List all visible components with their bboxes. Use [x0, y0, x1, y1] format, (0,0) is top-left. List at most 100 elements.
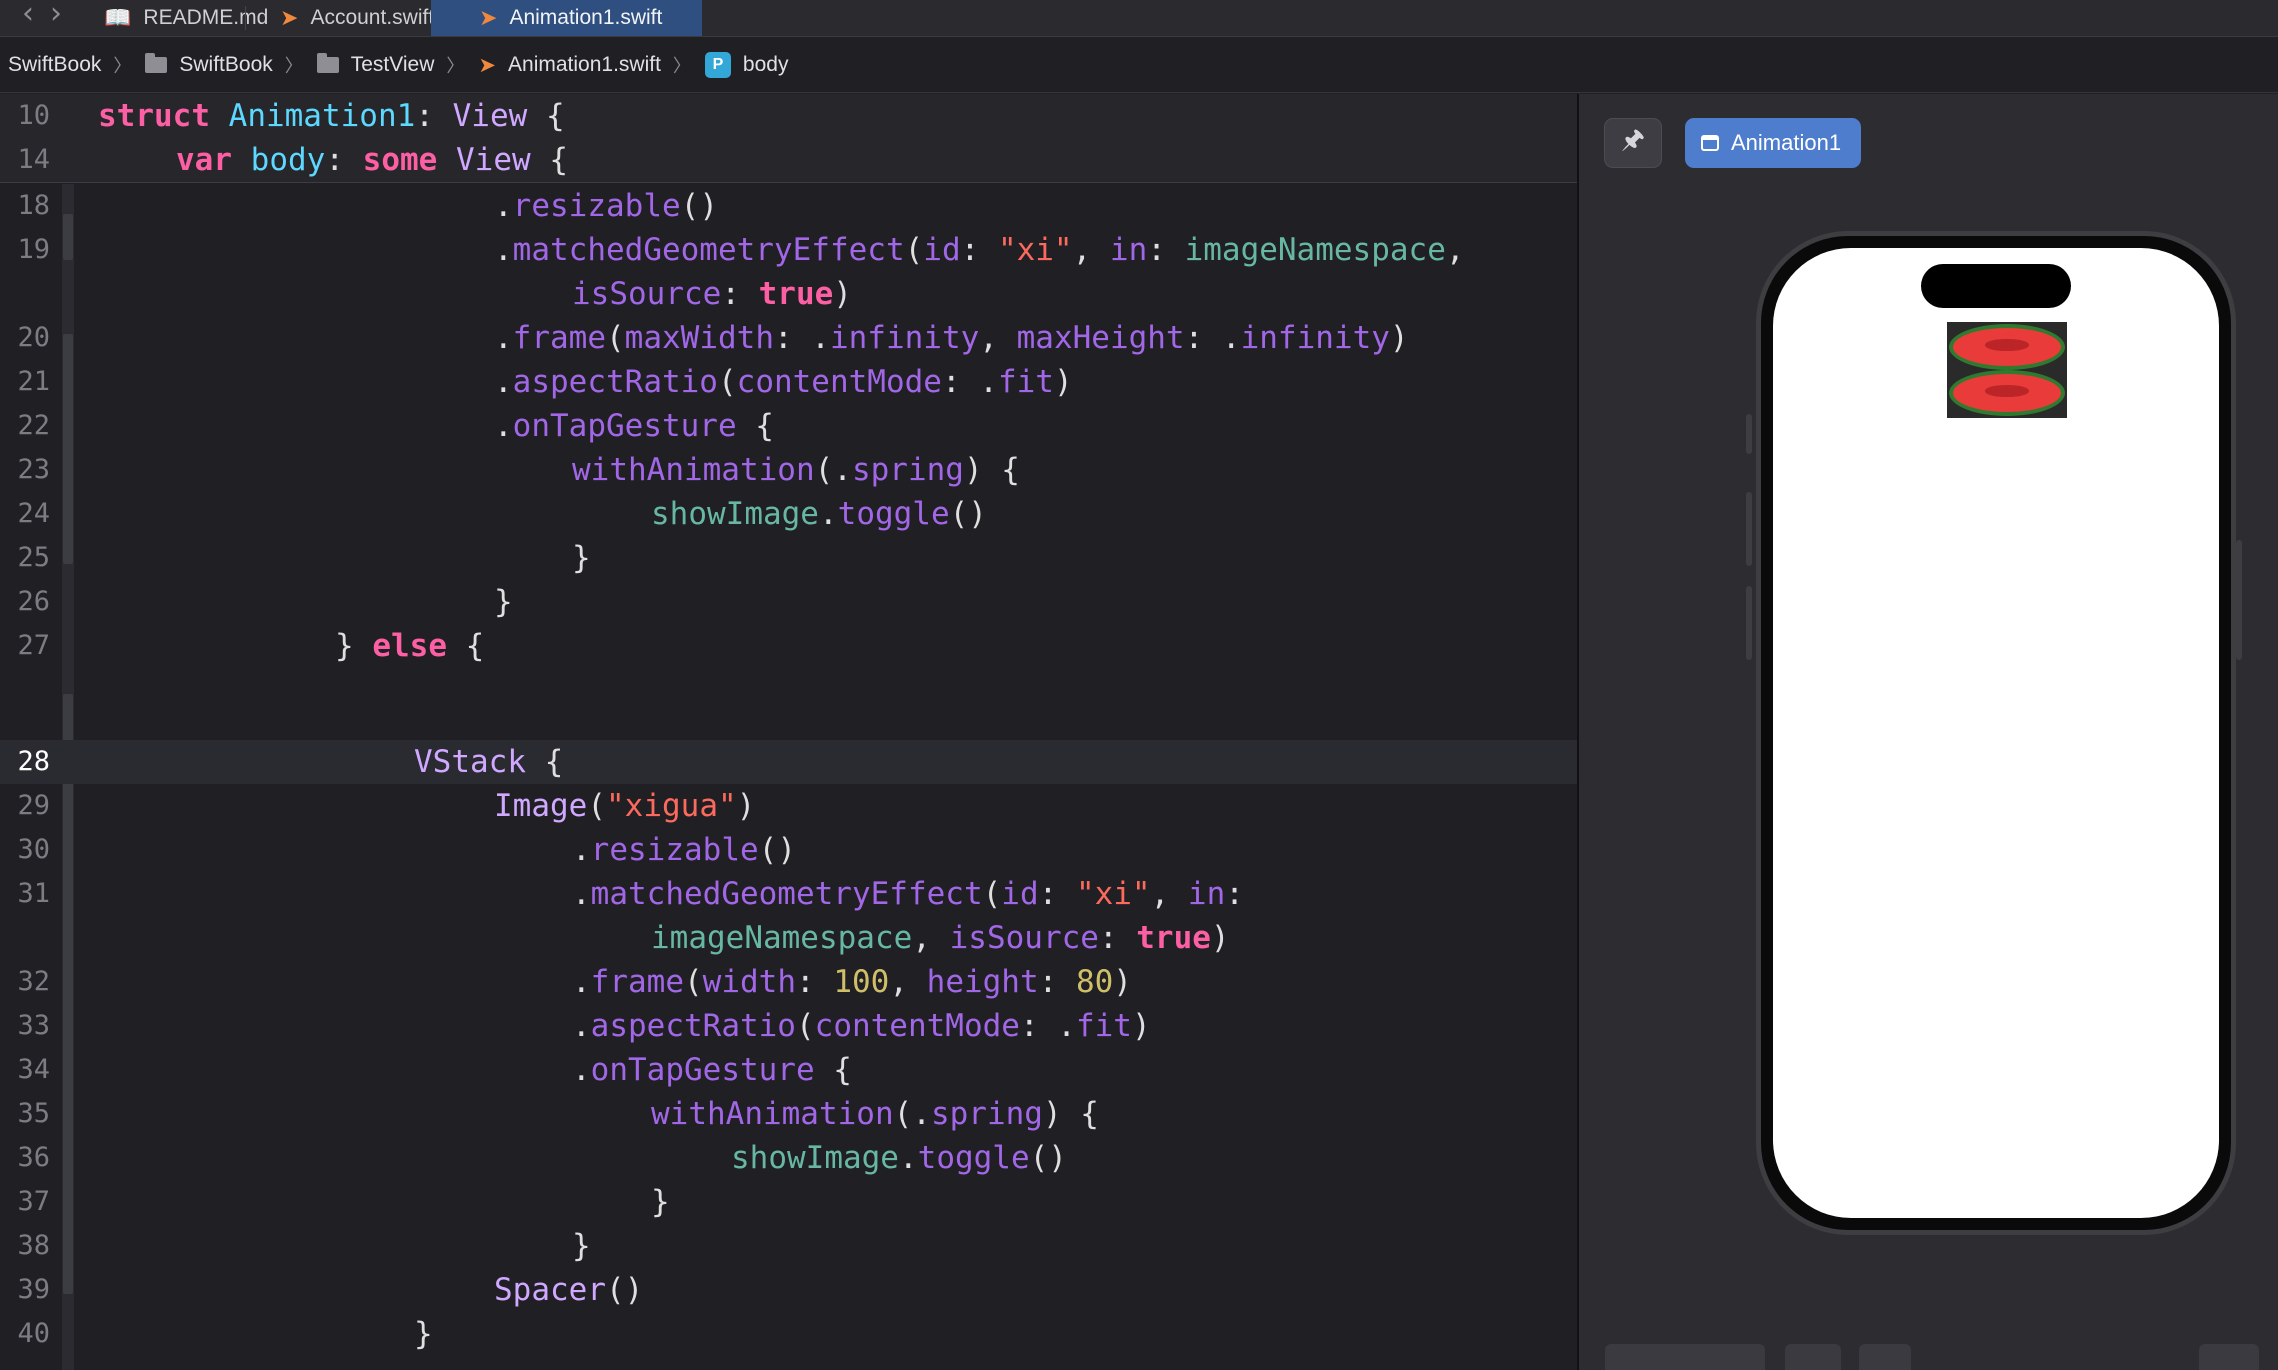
tab-animation1-swift[interactable]: ➤ Animation1.swift [431, 0, 703, 36]
breadcrumb-label: body [742, 52, 789, 76]
code-line-38: } [572, 1228, 591, 1264]
pin-icon: 🖈 [1620, 124, 1646, 154]
tab-label: README.md [143, 6, 269, 29]
variants-button[interactable] [1785, 1344, 1841, 1370]
code-line-22: .onTapGesture { [494, 408, 774, 444]
line-number: 32 [17, 966, 50, 997]
tab-bar: ‹ › 📖 README.md ➤ Account.swift ➤ Animat… [0, 0, 2278, 37]
line-number: 26 [17, 586, 50, 617]
code-line-26: } [494, 584, 513, 620]
watermelon-half [1949, 370, 2065, 416]
code-line-37: } [651, 1184, 670, 1220]
code-line-29: Image("xigua") [494, 788, 756, 824]
phone-volume-up-button [1746, 492, 1752, 566]
code-line-40: } [414, 1316, 433, 1352]
code-line-23: withAnimation(.spring) { [572, 452, 1020, 488]
pin-preview-button[interactable]: 🖈 [1604, 118, 1662, 168]
breadcrumb-file[interactable]: ➤ Animation1.swift [478, 53, 661, 77]
code-line-18: .resizable() [494, 188, 718, 224]
line-number: 18 [17, 190, 50, 221]
line-number: 25 [17, 542, 50, 573]
device-settings-button[interactable] [1859, 1344, 1911, 1370]
forward-arrow-icon[interactable]: › [50, 0, 62, 31]
line-number: 24 [17, 498, 50, 529]
phone-power-button [2236, 540, 2242, 660]
line-number: 30 [17, 834, 50, 865]
code-line-32: .frame(width: 100, height: 80) [572, 964, 1132, 1000]
breadcrumb: SwiftBook 〉 SwiftBook 〉 TestView 〉 ➤ Anim… [0, 37, 2278, 93]
tab-readme[interactable]: 📖 README.md [104, 0, 268, 36]
line-number-current: 28 [17, 746, 50, 777]
preview-window-icon [1701, 135, 1719, 151]
iphone-device-frame [1756, 231, 2236, 1235]
watermelon-image[interactable] [1947, 322, 2067, 418]
line-number: 36 [17, 1142, 50, 1173]
line-number: 40 [17, 1318, 50, 1349]
scope-line-struct: struct Animation1: View { [98, 98, 565, 134]
swift-icon: ➤ [280, 5, 299, 31]
tab-label: Animation1.swift [509, 6, 663, 29]
tab-label: Account.swift [310, 6, 435, 29]
property-icon: P [704, 51, 731, 78]
scope-line-body: var body: some View { [176, 142, 568, 178]
preview-canvas: 🖈 Animation1 [1579, 94, 2278, 1370]
line-number: 23 [17, 454, 50, 485]
line-number: 39 [17, 1274, 50, 1305]
folder-icon [316, 52, 339, 73]
line-number: 22 [17, 410, 50, 441]
breadcrumb-group-testview[interactable]: TestView [316, 52, 435, 77]
device-screen[interactable] [1773, 248, 2219, 1218]
zoom-controls[interactable] [2199, 1344, 2259, 1370]
breadcrumb-label: TestView [350, 52, 435, 76]
breadcrumb-label: Animation1.swift [508, 52, 661, 76]
preview-selector-button[interactable]: Animation1 [1685, 118, 1862, 168]
code-line-39: Spacer() [494, 1272, 644, 1308]
watermelon-half [1949, 324, 2065, 370]
code-line-21: .aspectRatio(contentMode: .fit) [494, 364, 1073, 400]
phone-volume-down-button [1746, 586, 1752, 660]
code-line-36: showImage.toggle() [731, 1140, 1067, 1176]
dynamic-island [1921, 264, 2071, 308]
code-line-31-wrap: imageNamespace, isSource: true) [651, 920, 1230, 956]
line-number: 27 [17, 630, 50, 661]
line-number: 21 [17, 366, 50, 397]
breadcrumb-symbol-body[interactable]: Pbody [704, 51, 789, 78]
fold-marker [63, 694, 73, 1294]
line-number: 34 [17, 1054, 50, 1085]
preview-mode-controls[interactable] [1605, 1344, 1765, 1370]
preview-label: Animation1 [1731, 130, 1842, 155]
breadcrumb-group-swiftbook[interactable]: SwiftBook [145, 52, 273, 77]
chevron-right-icon: 〉 [672, 55, 691, 76]
breadcrumb-label: SwiftBook [8, 52, 102, 76]
code-line-19-wrap: isSource: true) [572, 276, 852, 312]
line-number: 38 [17, 1230, 50, 1261]
code-line-30: .resizable() [572, 832, 796, 868]
chevron-right-icon: 〉 [113, 55, 132, 76]
current-line-highlight [0, 740, 1577, 784]
back-arrow-icon[interactable]: ‹ [22, 0, 34, 31]
code-line-24: showImage.toggle() [651, 496, 987, 532]
line-number: 31 [17, 878, 50, 909]
line-number: 37 [17, 1186, 50, 1217]
line-number: 33 [17, 1010, 50, 1041]
line-number: 35 [17, 1098, 50, 1129]
tab-account-swift[interactable]: ➤ Account.swift [280, 0, 434, 36]
swift-icon: ➤ [479, 5, 498, 31]
code-line-35: withAnimation(.spring) { [651, 1096, 1099, 1132]
sticky-scope-header[interactable]: 10 struct Animation1: View { [0, 94, 1577, 139]
code-line-34: .onTapGesture { [572, 1052, 852, 1088]
chevron-right-icon: 〉 [446, 55, 465, 76]
code-line-33: .aspectRatio(contentMode: .fit) [572, 1008, 1151, 1044]
code-editor[interactable]: 16 if showImage { 17 Image("xigua") 18 .… [0, 94, 1577, 1370]
swift-icon: ➤ [478, 52, 497, 77]
breadcrumb-label: SwiftBook [179, 52, 273, 76]
code-line-20: .frame(maxWidth: .infinity, maxHeight: .… [494, 320, 1409, 356]
line-number: 20 [17, 322, 50, 353]
code-line-27: } else { [335, 628, 485, 664]
sticky-scope-header[interactable]: 14 var body: some View { [0, 138, 1577, 183]
code-line-19: .matchedGeometryEffect(id: "xi", in: ima… [494, 232, 1465, 268]
tab-divider [245, 6, 246, 30]
fold-marker [63, 214, 73, 260]
breadcrumb-project[interactable]: SwiftBook [8, 53, 101, 77]
chevron-right-icon: 〉 [284, 55, 303, 76]
